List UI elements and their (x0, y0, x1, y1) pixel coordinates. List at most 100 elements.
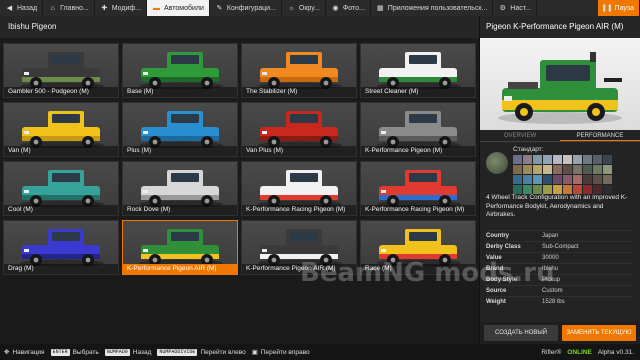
spec-key: Value (486, 255, 502, 261)
online-status: ONLINE (567, 348, 592, 356)
spec-key: Brand (486, 266, 504, 272)
config-card[interactable]: K-Performance Racing Pigeon (M) (360, 161, 476, 216)
paint-swatch[interactable] (583, 165, 592, 174)
tab-apps[interactable]: ▦ Приложения пользовательск... (371, 0, 494, 16)
config-card[interactable]: K-Performance Racing Pigeon (M) (241, 161, 357, 216)
paint-selector: Стандарт: (480, 142, 640, 194)
paint-swatch[interactable] (533, 185, 542, 194)
tab-car[interactable]: ▬ Автомобили (147, 0, 210, 16)
hint-label: Навигация (12, 348, 45, 356)
config-card[interactable]: Van Plus (M) (241, 102, 357, 157)
config-card[interactable]: K-Performance Pigeon AIR (M) (241, 220, 357, 275)
paint-swatch[interactable] (573, 155, 582, 164)
paint-swatch[interactable] (583, 175, 592, 184)
paint-swatch[interactable] (513, 175, 522, 184)
config-card[interactable]: Rock Dove (M) (122, 161, 238, 216)
spec-value: Custom (542, 288, 563, 294)
paint-swatch[interactable] (583, 155, 592, 164)
config-card[interactable]: Race (M) (360, 220, 476, 275)
paint-swatch[interactable] (573, 185, 582, 194)
paint-swatch[interactable] (563, 155, 572, 164)
spec-key: Country (486, 233, 509, 239)
tab-label: Окру... (298, 4, 320, 12)
paint-swatch[interactable] (553, 155, 562, 164)
paint-swatch[interactable] (593, 185, 602, 194)
config-card[interactable]: Base (M) (122, 43, 238, 98)
tab-label: Модиф... (111, 4, 141, 12)
paint-swatch[interactable] (523, 175, 532, 184)
config-card[interactable]: Plus (M) (122, 102, 238, 157)
tab-puzzle[interactable]: ✚ Модиф... (95, 0, 147, 16)
back-arrow-icon: ◀ (6, 5, 13, 12)
create-new-button[interactable]: СОЗДАТЬ НОВЫЙ (484, 325, 558, 341)
spec-row: Body Style Pickup (486, 274, 634, 285)
paint-swatch[interactable] (593, 155, 602, 164)
spec-key: Body Style (486, 277, 518, 283)
paint-swatch[interactable] (513, 165, 522, 174)
paint-swatch[interactable] (543, 175, 552, 184)
configuration-grid: Gambler 500 - Podgeon (M) Base (M) The S… (3, 43, 477, 279)
settings-icon: ⚙ (499, 5, 506, 12)
vehicle-preview (480, 38, 640, 130)
config-card[interactable]: Van (M) (3, 102, 119, 157)
pause-label: Пауза (614, 4, 634, 12)
tab-label: Наст... (510, 4, 531, 12)
config-card[interactable]: Cool (M) (3, 161, 119, 216)
paint-swatch[interactable] (583, 185, 592, 194)
config-card[interactable]: K-Performance Pigeon (M) (360, 102, 476, 157)
car-icon: ▬ (153, 4, 160, 12)
paint-swatch[interactable] (603, 155, 612, 164)
config-card[interactable]: The Stabilizer (M) (241, 43, 357, 98)
paint-swatch[interactable] (563, 175, 572, 184)
paint-swatch[interactable] (523, 155, 532, 164)
paint-swatch[interactable] (513, 155, 522, 164)
paint-swatch[interactable] (603, 175, 612, 184)
config-card[interactable]: K-Performance Pigeon AIR (M) (122, 220, 238, 275)
paint-swatch[interactable] (573, 165, 582, 174)
paint-swatch-grid (513, 155, 612, 194)
tab-performance[interactable]: PERFORMANCE (560, 130, 640, 141)
tab-overview[interactable]: OVERVIEW (480, 130, 560, 141)
paint-swatch[interactable] (603, 185, 612, 194)
paint-swatch[interactable] (543, 165, 552, 174)
replace-current-button[interactable]: ЗАМЕНИТЬ ТЕКУЩУЮ (562, 325, 636, 341)
paint-swatch[interactable] (533, 155, 542, 164)
tab-wrench[interactable]: ✎ Конфигураци... (210, 0, 282, 16)
config-card-label: Base (M) (123, 87, 237, 97)
paint-swatch[interactable] (593, 165, 602, 174)
paint-swatch[interactable] (573, 175, 582, 184)
paint-swatch[interactable] (553, 165, 562, 174)
paint-swatch[interactable] (533, 165, 542, 174)
paint-swatch[interactable] (593, 175, 602, 184)
tab-settings[interactable]: ⚙ Наст... (493, 0, 537, 16)
spec-row: Source Custom (486, 285, 634, 296)
paint-swatch[interactable] (553, 185, 562, 194)
pause-button[interactable]: ❚❚ Пауза (597, 0, 640, 16)
camera-icon: ◉ (332, 5, 339, 12)
spec-row: Derby Class Sub-Compact (486, 241, 634, 252)
config-card-label: K-Performance Pigeon AIR (M) (242, 264, 356, 274)
paint-swatch[interactable] (603, 165, 612, 174)
pause-icon: ❚❚ (601, 5, 613, 12)
config-card[interactable]: Street Cleaner (M) (360, 43, 476, 98)
config-card[interactable]: Gambler 500 - Podgeon (M) (3, 43, 119, 98)
paint-swatch[interactable] (523, 185, 532, 194)
paint-swatch[interactable] (513, 185, 522, 194)
paint-swatch[interactable] (553, 175, 562, 184)
paint-swatch[interactable] (543, 155, 552, 164)
tab-label: Главно... (60, 4, 89, 12)
tab-environment[interactable]: ☼ Окру... (282, 0, 326, 16)
paint-swatch[interactable] (563, 165, 572, 174)
tab-camera[interactable]: ◉ Фото... (326, 0, 371, 16)
config-card[interactable]: Drag (M) (3, 220, 119, 275)
control-hint: ENTER Выбрать (50, 348, 99, 356)
config-card-label: Race (M) (361, 264, 475, 274)
paint-swatch[interactable] (523, 165, 532, 174)
tab-label: Конфигураци... (226, 4, 276, 12)
paint-swatch[interactable] (563, 185, 572, 194)
paint-swatch[interactable] (533, 175, 542, 184)
paint-swatch[interactable] (543, 185, 552, 194)
tab-home[interactable]: ⌂ Главно... (43, 0, 95, 16)
tab-back-arrow[interactable]: ◀ Назад (0, 0, 44, 16)
config-card-label: Cool (M) (4, 205, 118, 215)
